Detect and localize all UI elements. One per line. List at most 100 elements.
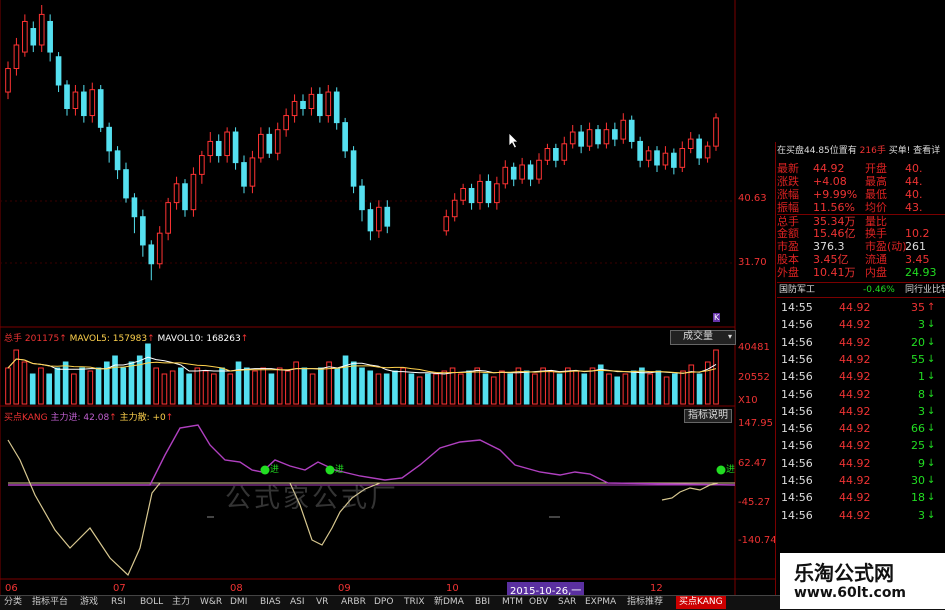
arrow-down-icon: ↓ xyxy=(927,336,936,348)
volume-bar xyxy=(663,376,670,405)
candle-body xyxy=(114,150,121,171)
tab-9[interactable]: ASI xyxy=(290,596,305,609)
candle-body xyxy=(291,100,298,117)
indicator-help-button[interactable]: 指标说明 xyxy=(684,409,732,423)
volume-bar xyxy=(556,373,563,405)
candle-body xyxy=(671,152,677,168)
volume-bar xyxy=(243,367,250,405)
volume-bar xyxy=(38,367,44,405)
tab-17[interactable]: OBV xyxy=(529,596,548,609)
tab-15[interactable]: BBI xyxy=(475,596,490,609)
tick-price: 44.92 xyxy=(839,370,871,384)
tick-price: 44.92 xyxy=(839,422,871,436)
candle-body xyxy=(199,155,205,175)
volume-bar xyxy=(87,370,94,405)
indicator-dropdown[interactable]: 成交量 ▾ xyxy=(670,330,736,345)
quote-row: 最新 44.92 开盘 40. xyxy=(777,162,923,175)
arrow-down-icon: ↓ xyxy=(927,457,936,469)
indicator-line2-value: +0 xyxy=(152,413,166,423)
tab-12[interactable]: DPO xyxy=(374,596,393,609)
tab-11[interactable]: ARBR xyxy=(341,596,366,609)
volume-bar xyxy=(145,343,151,405)
tab-20[interactable]: 指标推荐 xyxy=(627,596,663,609)
tab-18[interactable]: SAR xyxy=(558,596,576,609)
tick-time: 14:56 xyxy=(781,491,813,505)
order-alert[interactable]: 在买盘44.85位置有 216手 买单! 查看详 xyxy=(777,145,945,158)
tick-price: 44.92 xyxy=(839,318,871,332)
candle-body xyxy=(696,138,702,159)
tab-3[interactable]: RSI xyxy=(111,596,126,609)
tab-4[interactable]: BOLL xyxy=(140,596,163,609)
tick-price: 44.92 xyxy=(839,387,871,401)
volume-bar xyxy=(29,373,36,405)
tab-21[interactable]: 买点KANG xyxy=(676,596,726,609)
logo-cn: 乐淘公式网 xyxy=(794,561,894,585)
candle-body xyxy=(148,244,155,265)
site-logo: 乐淘公式网 www.60lt.com xyxy=(780,553,945,609)
volume-bar xyxy=(688,364,695,405)
tick-price: 44.92 xyxy=(839,439,871,453)
tab-8[interactable]: BIAS xyxy=(260,596,281,609)
tab-19[interactable]: EXPMA xyxy=(585,596,616,609)
volume-bar xyxy=(696,373,703,405)
tab-5[interactable]: 主力 xyxy=(172,596,190,609)
volume-bar xyxy=(309,373,316,405)
volume-bar xyxy=(301,367,308,405)
candle-body xyxy=(131,197,138,218)
candle-body xyxy=(367,209,374,232)
chevron-down-icon: ▾ xyxy=(727,332,732,341)
volume-bar xyxy=(202,370,209,405)
indicator-line1-label: 主力进: xyxy=(50,413,81,423)
volume-bar xyxy=(507,373,514,405)
candle-body xyxy=(89,89,96,117)
tab-0[interactable]: 分类 xyxy=(4,596,22,609)
quote-row: 振幅 11.56% 均价 43. xyxy=(777,201,923,214)
quote-row: 涨幅 +9.99% 最低 40. xyxy=(777,188,923,201)
candle-body xyxy=(687,138,694,149)
volume-bar xyxy=(342,355,349,405)
candle-body xyxy=(620,119,627,140)
volume-bar xyxy=(318,367,324,405)
tab-6[interactable]: W&R xyxy=(200,596,222,609)
volume-bar xyxy=(359,367,365,405)
tab-14[interactable]: 新DMA xyxy=(434,596,464,609)
sector-name[interactable]: 国防军工 xyxy=(779,283,815,297)
volume-bar xyxy=(128,361,135,405)
tick-time: 14:56 xyxy=(781,404,813,418)
tick-row: 14:56 44.92 1 ↓ xyxy=(777,368,945,385)
volume-total-label: 总手 xyxy=(4,334,23,344)
tab-2[interactable]: 游戏 xyxy=(80,596,98,609)
volume-bar xyxy=(680,370,686,405)
candle-body xyxy=(249,157,256,187)
volume-header: 总手 201175↑ MAVOL5: 157983↑ MAVOL10: 1682… xyxy=(4,334,249,344)
indicator-axis-1: 147.95 xyxy=(738,418,773,429)
candle-body xyxy=(232,131,239,164)
tab-7[interactable]: DMI xyxy=(230,596,247,609)
tick-volume: 3 xyxy=(918,404,925,418)
sector-compare-link[interactable]: 同行业比较 xyxy=(905,283,945,297)
volume-bar xyxy=(392,370,398,405)
volume-bar xyxy=(136,355,143,405)
candle-body xyxy=(55,56,62,86)
indicator-line2-label: 主力散: xyxy=(119,413,150,423)
tab-16[interactable]: MTM xyxy=(502,596,523,609)
volume-bar xyxy=(655,370,662,405)
candle-body xyxy=(460,187,466,201)
volume-bar xyxy=(62,361,69,405)
indicator-axis-4: -140.74 xyxy=(738,535,777,546)
candle-body xyxy=(595,129,601,145)
tab-1[interactable]: 指标平台 xyxy=(32,596,68,609)
buy-signal-label: 进 xyxy=(726,465,736,475)
order-alert-link[interactable]: 买单! 查看详 xyxy=(889,146,940,156)
tab-13[interactable]: TRIX xyxy=(404,596,425,609)
arrow-down-icon: ↓ xyxy=(927,319,936,331)
volume-bar xyxy=(400,367,406,405)
volume-bar xyxy=(235,361,242,405)
kline-chart[interactable] xyxy=(0,0,775,609)
tab-10[interactable]: VR xyxy=(316,596,328,609)
tick-time: 14:56 xyxy=(781,387,813,401)
indicator-axis-3: -45.27 xyxy=(738,497,771,508)
volume-bar xyxy=(153,367,160,405)
tick-price: 44.92 xyxy=(839,456,871,470)
candle-body xyxy=(333,91,340,124)
